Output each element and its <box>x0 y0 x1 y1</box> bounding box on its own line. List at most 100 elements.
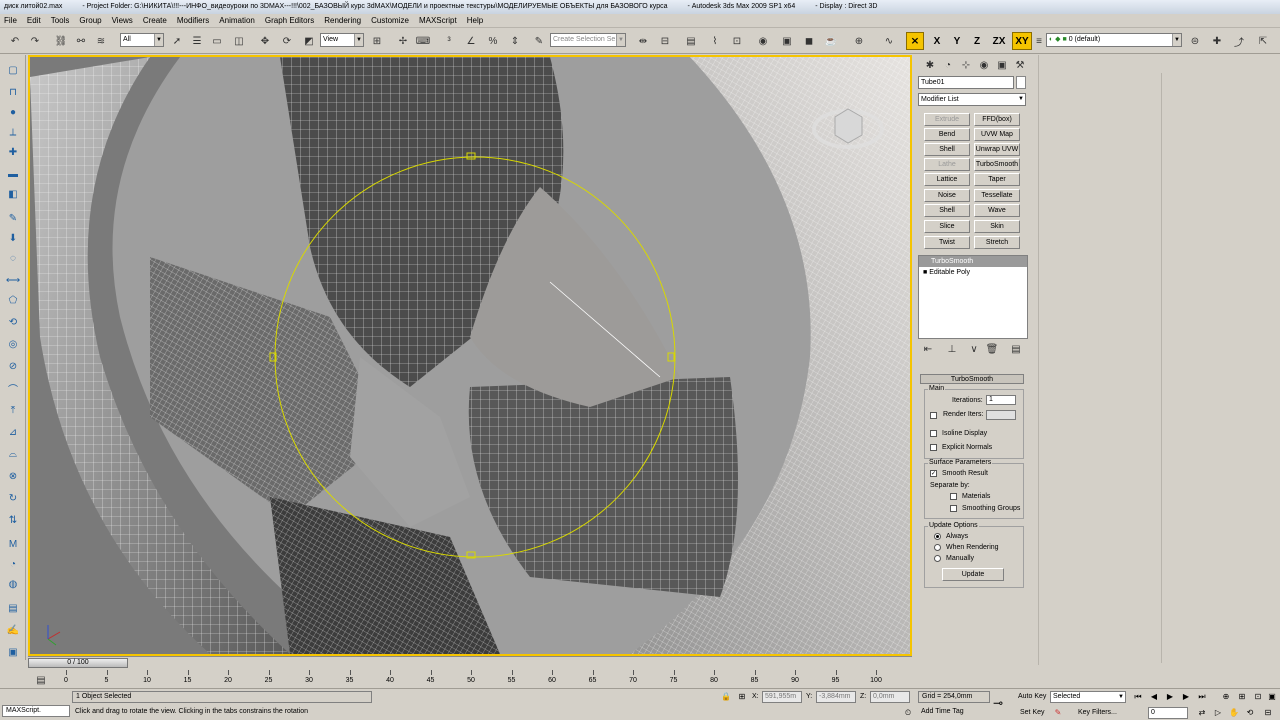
angle-snap-icon[interactable]: ∠ <box>462 32 480 50</box>
modifier-button[interactable]: FFD(box) <box>974 113 1020 126</box>
menu-tools[interactable]: Tools <box>51 16 70 25</box>
update-button[interactable]: Update <box>942 568 1004 581</box>
render-iters-spinner[interactable] <box>986 410 1016 420</box>
window-crossing-icon[interactable]: ◫ <box>230 32 248 50</box>
select-manipulate-icon[interactable]: ✢ <box>394 32 412 50</box>
smoothing-groups-checkbox[interactable] <box>950 505 957 512</box>
graphite-icon[interactable]: ▬ <box>4 165 22 183</box>
pin-stack-icon[interactable]: ⇤ <box>920 341 936 357</box>
create-box-icon[interactable]: ▢ <box>4 61 22 79</box>
modifier-button[interactable]: Taper <box>974 173 1020 186</box>
curve-tool-icon[interactable]: ∿ <box>880 32 898 50</box>
pivot-center-icon[interactable]: ⊞ <box>368 32 386 50</box>
rendered-frame-icon[interactable]: ◼ <box>800 32 818 50</box>
modifier-button[interactable]: Noise <box>924 189 970 202</box>
go-to-start-icon[interactable]: ⏮ <box>1132 691 1144 703</box>
maxscript-listener[interactable]: MAXScript. <box>2 705 70 717</box>
time-tag-icon[interactable]: ⏲ <box>902 707 914 719</box>
paint-deform-icon[interactable]: ✍ <box>4 621 22 639</box>
schematic-view-icon[interactable]: ⊡ <box>728 32 746 50</box>
key-mode-toggle-icon[interactable]: ⇄ <box>1196 707 1208 719</box>
menu-create[interactable]: Create <box>143 16 167 25</box>
stack-item-editable-poly[interactable]: ■ Editable Poly <box>919 267 1027 278</box>
current-frame-field[interactable]: 0 <box>1148 707 1188 719</box>
select-by-name-icon[interactable]: ☰ <box>188 32 206 50</box>
key-filters-button[interactable]: Key Filters... <box>1078 709 1117 716</box>
smooth-result-checkbox[interactable]: ✓ <box>930 470 937 477</box>
symmetry-icon[interactable]: ⟷ <box>4 271 22 289</box>
x-coord-field[interactable]: 591,955m <box>762 691 802 703</box>
align-icon[interactable]: ⊟ <box>656 32 674 50</box>
menu-edit[interactable]: Edit <box>27 16 41 25</box>
always-radio[interactable] <box>934 533 941 540</box>
modifier-button[interactable]: Twist <box>924 236 970 249</box>
select-object-icon[interactable]: ➚ <box>168 32 186 50</box>
curve-editor-icon[interactable]: ⌇ <box>706 32 724 50</box>
previous-frame-icon[interactable]: ◀ <box>1148 691 1160 703</box>
turn-icon[interactable]: ↻ <box>4 489 22 507</box>
motion-tab-icon[interactable]: ◉ <box>976 57 992 73</box>
play-icon[interactable]: ▶ <box>1164 691 1176 703</box>
modifier-button[interactable]: Lathe <box>924 158 970 171</box>
mirror-icon[interactable]: ⇹ <box>634 32 652 50</box>
bevel-icon[interactable]: ⊿ <box>4 423 22 441</box>
object-name-field[interactable]: Tube01 <box>918 76 1014 89</box>
key-mode-dropdown[interactable]: Selected ▼ <box>1050 691 1126 703</box>
modifier-list-dropdown[interactable]: Modifier List ▼ <box>918 93 1026 106</box>
track-bar-menu-icon[interactable]: ▤ <box>32 671 50 689</box>
smooth-icon[interactable]: ◍ <box>4 575 22 593</box>
ring-icon[interactable]: ◎ <box>4 335 22 353</box>
go-to-end-icon[interactable]: ⏭ <box>1196 691 1208 703</box>
menu-maxscript[interactable]: MAXScript <box>419 16 457 25</box>
pan-icon[interactable]: ✋ <box>1228 707 1240 719</box>
list-icon[interactable]: ▤ <box>4 599 22 617</box>
zoom-extents-all-icon[interactable]: ▣ <box>1266 691 1278 703</box>
materials-checkbox[interactable] <box>950 493 957 500</box>
create-sphere-icon[interactable]: ● <box>4 103 22 121</box>
unlink-icon[interactable]: ⚯ <box>72 32 90 50</box>
z-coord-field[interactable]: 0,0mm <box>870 691 910 703</box>
set-key-button[interactable]: Set Key <box>1020 709 1045 716</box>
utilities-tab-icon[interactable]: ⚒ <box>1012 57 1028 73</box>
material-editor-icon[interactable]: ◉ <box>754 32 772 50</box>
scale-icon[interactable]: ◩ <box>300 32 318 50</box>
hierarchy-tool-icon[interactable]: ⊕ <box>850 32 868 50</box>
axis-constraint-toggle[interactable]: ⨯ <box>906 32 924 50</box>
axis-x-button[interactable]: X <box>928 32 946 50</box>
fov-icon[interactable]: ▷ <box>1212 707 1224 719</box>
track-bar[interactable]: 0 5 10 15 20 25 30 35 40 45 50 55 60 65 70 75 80 85 90 95 10… <box>28 670 912 688</box>
viewport-perspective[interactable] <box>28 55 912 656</box>
undo-icon[interactable]: ↶ <box>6 32 24 50</box>
bind-spacewarp-icon[interactable]: ≋ <box>92 32 110 50</box>
modifier-button[interactable]: Skin <box>974 220 1020 233</box>
explicit-normals-checkbox[interactable] <box>930 444 937 451</box>
bone-icon[interactable]: ✚ <box>4 143 22 161</box>
modifier-button[interactable]: Unwrap UVW <box>974 143 1020 156</box>
rotate-icon[interactable]: ⟳ <box>278 32 296 50</box>
modifier-button[interactable]: TurboSmooth <box>974 158 1020 171</box>
extrude-icon[interactable]: ⤒ <box>4 401 22 419</box>
loop-icon[interactable]: ⟲ <box>4 313 22 331</box>
configure-sets-icon[interactable]: ▤ <box>1008 341 1024 357</box>
add-to-layer-icon[interactable]: ⤴ <box>1230 32 1248 50</box>
snaps-toggle-icon[interactable]: ³ <box>440 32 458 50</box>
menu-help[interactable]: Help <box>467 16 483 25</box>
when-rendering-radio[interactable] <box>934 544 941 551</box>
y-coord-field[interactable]: -3,884mm <box>816 691 856 703</box>
render-icon[interactable]: ▣ <box>4 643 22 661</box>
manually-radio[interactable] <box>934 555 941 562</box>
next-frame-icon[interactable]: ▶ <box>1180 691 1192 703</box>
menu-views[interactable]: Views <box>112 16 133 25</box>
modifier-button[interactable]: UVW Map <box>974 128 1020 141</box>
axis-z-button[interactable]: Z <box>968 32 986 50</box>
weld-icon[interactable]: ⊗ <box>4 467 22 485</box>
zoom-extents-icon[interactable]: ⊡ <box>1252 691 1264 703</box>
selection-filter-dropdown[interactable]: All ▼ <box>120 33 164 47</box>
menu-file[interactable]: File <box>4 16 17 25</box>
show-end-result-icon[interactable]: ⊥ <box>944 341 960 357</box>
axis-zx-button[interactable]: ZX <box>988 32 1010 50</box>
push-icon[interactable]: ⬇ <box>4 229 22 247</box>
axis-y-button[interactable]: Y <box>948 32 966 50</box>
zoom-icon[interactable]: ⊕ <box>1220 691 1232 703</box>
chamfer-icon[interactable]: ⌒ <box>4 379 22 397</box>
